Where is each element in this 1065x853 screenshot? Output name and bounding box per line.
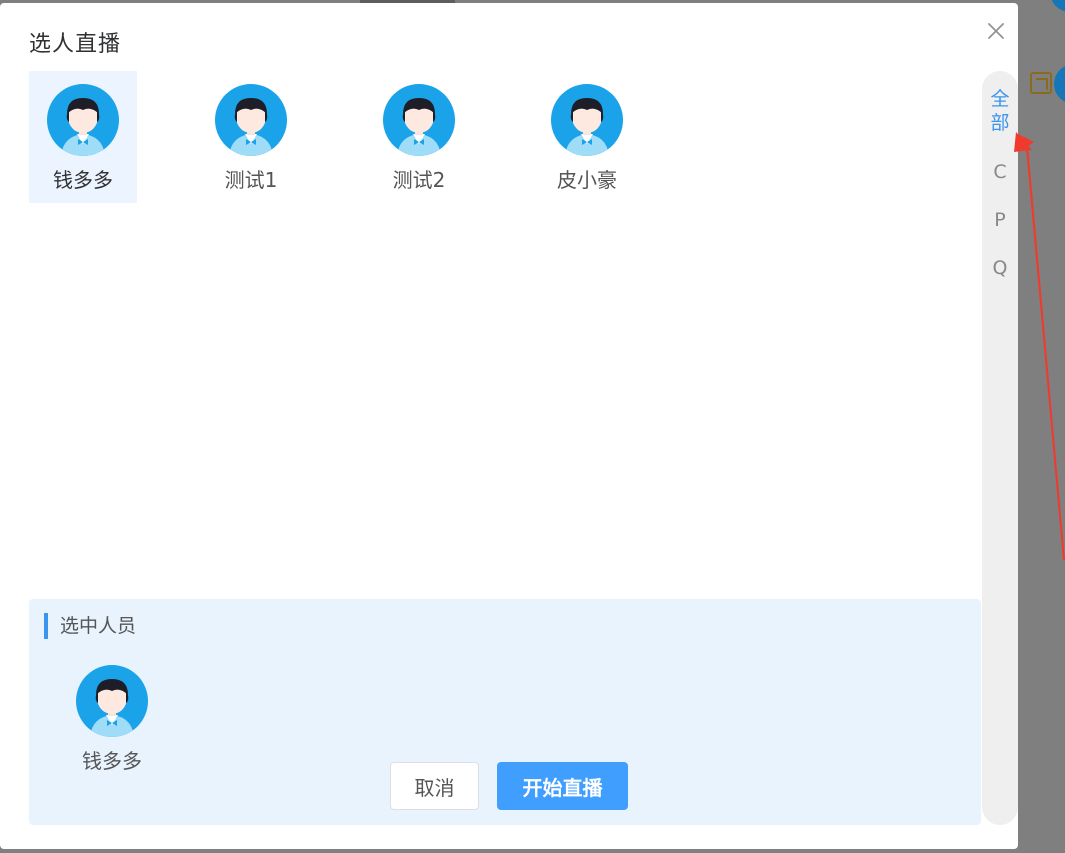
person-card[interactable]: 测试2 [365, 71, 473, 203]
close-icon [988, 23, 1004, 39]
selected-people-panel: 选中人员 钱多多 取消 开始直播 [29, 599, 981, 825]
background-avatar [1054, 64, 1065, 104]
person-name: 钱多多 [82, 749, 142, 773]
avatar-icon [215, 84, 287, 156]
avatar-icon [47, 84, 119, 156]
person-card[interactable]: 测试1 [197, 71, 305, 203]
avatar-icon [551, 84, 623, 156]
dialog-title: 选人直播 [29, 32, 122, 57]
start-live-button[interactable]: 开始直播 [497, 762, 628, 810]
person-card[interactable]: 钱多多 [29, 71, 137, 203]
person-name: 钱多多 [53, 168, 113, 192]
avatar-icon [76, 665, 148, 737]
cancel-button[interactable]: 取消 [390, 762, 479, 810]
background-avatar [1050, 0, 1065, 12]
selected-panel-title: 选中人员 [44, 613, 136, 639]
person-grid: 钱多多 测试1 测试2 皮小豪 [29, 71, 979, 211]
avatar-icon [383, 84, 455, 156]
close-button[interactable] [984, 19, 1008, 43]
selected-person[interactable]: 钱多多 [67, 665, 157, 774]
person-name: 皮小豪 [557, 168, 617, 192]
person-name: 测试2 [392, 168, 446, 192]
annotation-arrow-icon [1014, 132, 1065, 560]
select-person-dialog: 选人直播 钱多多 测试1 测试2 皮小豪 全 部 C P Q 选中人员 钱多多 … [0, 3, 1018, 849]
person-card[interactable]: 皮小豪 [533, 71, 641, 203]
index-label: 全 [990, 88, 1010, 110]
background-app-icon [1030, 72, 1052, 94]
person-name: 测试1 [224, 168, 278, 192]
